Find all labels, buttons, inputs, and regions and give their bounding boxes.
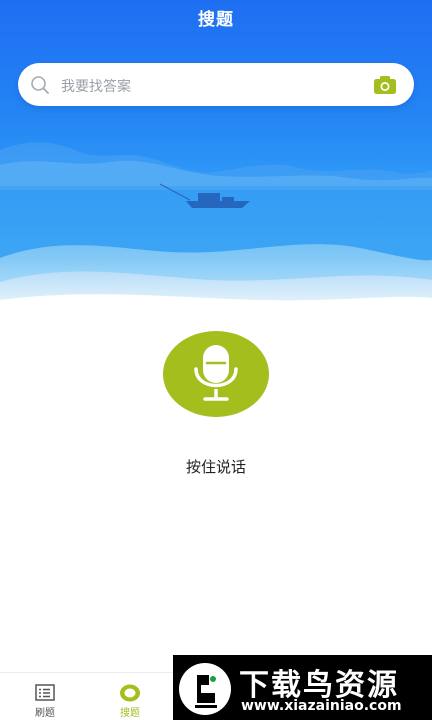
search-screen: 搜题 我要找答案 按住说话 刷题 搜题 下载鸟资源 www.xiazainiao… — [0, 0, 432, 720]
hero-banner: 搜题 我要找答案 — [0, 0, 432, 312]
search-bar[interactable]: 我要找答案 — [18, 63, 414, 106]
tab-practice[interactable]: 刷题 — [0, 673, 90, 720]
voice-hint-label: 按住说话 — [185, 458, 246, 476]
site-watermark: 下载鸟资源 www.xiazainiao.com — [173, 655, 432, 720]
tab-search[interactable]: 搜题 — [85, 673, 175, 720]
tab-search-label: 搜题 — [120, 708, 140, 719]
list-icon — [35, 684, 55, 701]
camera-icon[interactable] — [373, 75, 397, 95]
page-title: 搜题 — [198, 10, 234, 30]
tab-practice-label: 刷题 — [35, 708, 55, 719]
lake-scene-illustration — [0, 142, 432, 312]
search-input[interactable]: 我要找答案 — [61, 76, 131, 96]
bird-logo-icon — [179, 663, 231, 715]
microphone-icon — [194, 345, 238, 401]
search-icon — [31, 76, 49, 94]
search-tab-icon — [120, 684, 140, 702]
watermark-url: www.xiazainiao.com — [241, 698, 402, 714]
voice-search-button[interactable] — [163, 331, 269, 417]
